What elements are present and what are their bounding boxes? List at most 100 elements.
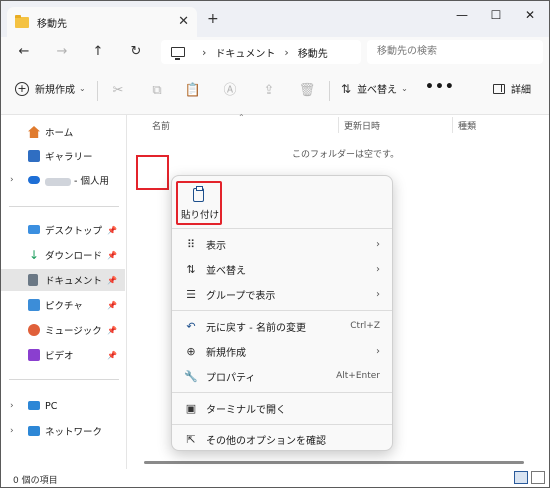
new-button-label: 新規作成 — [35, 85, 75, 96]
sidebar-item-documents[interactable]: ドキュメント 📌 — [1, 269, 125, 291]
sidebar-item-videos[interactable]: ビデオ 📌 — [1, 344, 125, 366]
rename-icon[interactable]: Ⓐ — [220, 81, 240, 101]
home-icon — [28, 126, 40, 138]
chevron-right-icon[interactable]: › — [10, 401, 14, 411]
wrench-icon: 🔧 — [184, 369, 198, 383]
chevron-right-icon[interactable]: › — [10, 426, 14, 436]
file-explorer-window: 移動先 ✕ + — ☐ ✕ ← → ↑ ↻ › ドキュメント › 移動先 移動先… — [0, 0, 550, 488]
tab-destination[interactable]: 移動先 ✕ — [7, 7, 197, 37]
breadcrumb-documents[interactable]: ドキュメント — [215, 45, 275, 60]
shortcut-label: Ctrl+Z — [350, 321, 380, 331]
menu-item-undo-rename[interactable]: ↶ 元に戻す - 名前の変更 Ctrl+Z — [176, 314, 390, 338]
paste-button[interactable]: 貼り付け — [176, 181, 222, 225]
sidebar-item-label: デスクトップ — [45, 226, 103, 237]
sidebar-item-label: - 個人用 — [74, 176, 109, 187]
tiles-view-button[interactable] — [531, 471, 545, 484]
sidebar-item-downloads[interactable]: ↓ ダウンロード 📌 — [1, 244, 125, 266]
share-icon[interactable]: ⇪ — [259, 81, 279, 101]
sort-button-label: 並べ替え — [357, 85, 398, 96]
sidebar-item-label: ピクチャ — [45, 301, 83, 312]
menu-item-label: プロパティ — [206, 372, 256, 384]
sidebar-item-pictures[interactable]: ピクチャ 📌 — [1, 294, 125, 316]
column-header-modified[interactable]: 更新日時 — [344, 119, 380, 132]
sidebar-item-music[interactable]: ミュージック 📌 — [1, 319, 125, 341]
back-button[interactable]: ← — [13, 41, 35, 63]
pin-icon[interactable]: 📌 — [107, 251, 117, 260]
paste-label: 貼り付け — [181, 210, 220, 221]
chevron-down-icon: ⌄ — [401, 84, 408, 93]
details-pane-icon — [493, 83, 505, 94]
refresh-button[interactable]: ↻ — [125, 41, 147, 63]
onedrive-icon — [28, 176, 40, 184]
sidebar-item-home[interactable]: ホーム — [1, 121, 125, 143]
details-view-button[interactable] — [514, 471, 528, 484]
new-tab-button[interactable]: + — [207, 11, 219, 27]
videos-icon — [28, 349, 40, 361]
horizontal-scrollbar[interactable] — [144, 461, 524, 464]
menu-item-view[interactable]: ⠿ 表示 › — [176, 232, 390, 256]
sidebar-item-network[interactable]: › ネットワーク — [1, 420, 125, 442]
network-icon — [28, 426, 40, 436]
redacted-name — [45, 177, 71, 186]
folder-icon — [15, 14, 29, 28]
pin-icon[interactable]: 📌 — [107, 276, 117, 285]
menu-item-sort[interactable]: ⇅ 並べ替え › — [176, 257, 390, 281]
sidebar-item-label: ネットワーク — [45, 427, 103, 438]
title-bar: 移動先 ✕ + — ☐ ✕ — [1, 1, 549, 37]
menu-divider — [172, 228, 392, 229]
sidebar-item-gallery[interactable]: ギャラリー — [1, 145, 125, 167]
menu-divider — [172, 392, 392, 393]
menu-item-properties[interactable]: 🔧 プロパティ Alt+Enter — [176, 364, 390, 388]
breadcrumb-destination[interactable]: 移動先 — [298, 45, 328, 60]
delete-icon[interactable]: 🗑 — [297, 81, 317, 101]
new-button[interactable]: + 新規作成 ⌄ — [15, 81, 86, 96]
column-divider[interactable] — [338, 117, 339, 133]
sidebar-item-label: ホーム — [45, 128, 74, 139]
paste-icon[interactable]: 📋 — [183, 81, 203, 101]
menu-item-label: その他のオプションを確認 — [206, 435, 326, 447]
copy-icon[interactable]: ⧉ — [147, 81, 167, 101]
menu-item-new[interactable]: ⊕ 新規作成 › — [176, 339, 390, 363]
column-divider[interactable] — [452, 117, 453, 133]
view-icon: ⠿ — [186, 237, 196, 251]
column-header-name[interactable]: 名前 — [152, 119, 170, 132]
menu-divider — [172, 424, 392, 425]
undo-icon: ↶ — [186, 319, 196, 333]
sidebar-item-desktop[interactable]: デスクトップ 📌 — [1, 219, 125, 241]
sidebar-item-label: ドキュメント — [45, 276, 103, 287]
music-icon — [28, 324, 40, 336]
pin-icon[interactable]: 📌 — [107, 301, 117, 310]
pin-icon[interactable]: 📌 — [107, 326, 117, 335]
chevron-right-icon: › — [376, 263, 380, 275]
sidebar-item-pc[interactable]: › PC — [1, 395, 125, 417]
sort-button[interactable]: ⇅ 並べ替え ⌄ — [341, 81, 408, 97]
chevron-right-icon: › — [376, 288, 380, 300]
menu-item-open-in-terminal[interactable]: ▣ ターミナルで開く — [176, 396, 390, 420]
details-pane-button[interactable]: 詳細 — [493, 81, 531, 96]
search-input[interactable]: 移動先の検索 — [367, 40, 543, 64]
divider — [97, 81, 98, 101]
sidebar-item-label: ビデオ — [45, 351, 74, 362]
forward-button[interactable]: → — [51, 41, 73, 63]
column-header-type[interactable]: 種類 — [458, 119, 476, 132]
close-window-button[interactable]: ✕ — [515, 5, 545, 25]
plus-icon: ⊕ — [186, 344, 196, 358]
cut-icon[interactable]: ✂ — [108, 81, 128, 101]
address-bar[interactable]: › ドキュメント › 移動先 — [161, 40, 361, 64]
navigation-bar: ← → ↑ ↻ › ドキュメント › 移動先 移動先の検索 — [1, 37, 549, 67]
menu-item-label: 表示 — [206, 240, 226, 252]
chevron-right-icon[interactable]: › — [10, 175, 14, 185]
up-button[interactable]: ↑ — [87, 41, 109, 63]
shortcut-label: Alt+Enter — [336, 371, 380, 381]
minimize-button[interactable]: — — [447, 5, 477, 25]
menu-item-group-by[interactable]: ☰ グループで表示 › — [176, 282, 390, 306]
more-options-button[interactable]: ••• — [425, 79, 455, 95]
pin-icon[interactable]: 📌 — [107, 351, 117, 360]
pin-icon[interactable]: 📌 — [107, 226, 117, 235]
menu-item-show-more-options[interactable]: ⇱ その他のオプションを確認 — [176, 427, 390, 451]
pictures-icon — [28, 299, 40, 311]
maximize-button[interactable]: ☐ — [481, 5, 511, 25]
menu-item-label: ターミナルで開く — [206, 404, 286, 416]
sidebar-item-onedrive[interactable]: › - 個人用 — [1, 169, 125, 191]
tab-close-button[interactable]: ✕ — [178, 14, 189, 29]
